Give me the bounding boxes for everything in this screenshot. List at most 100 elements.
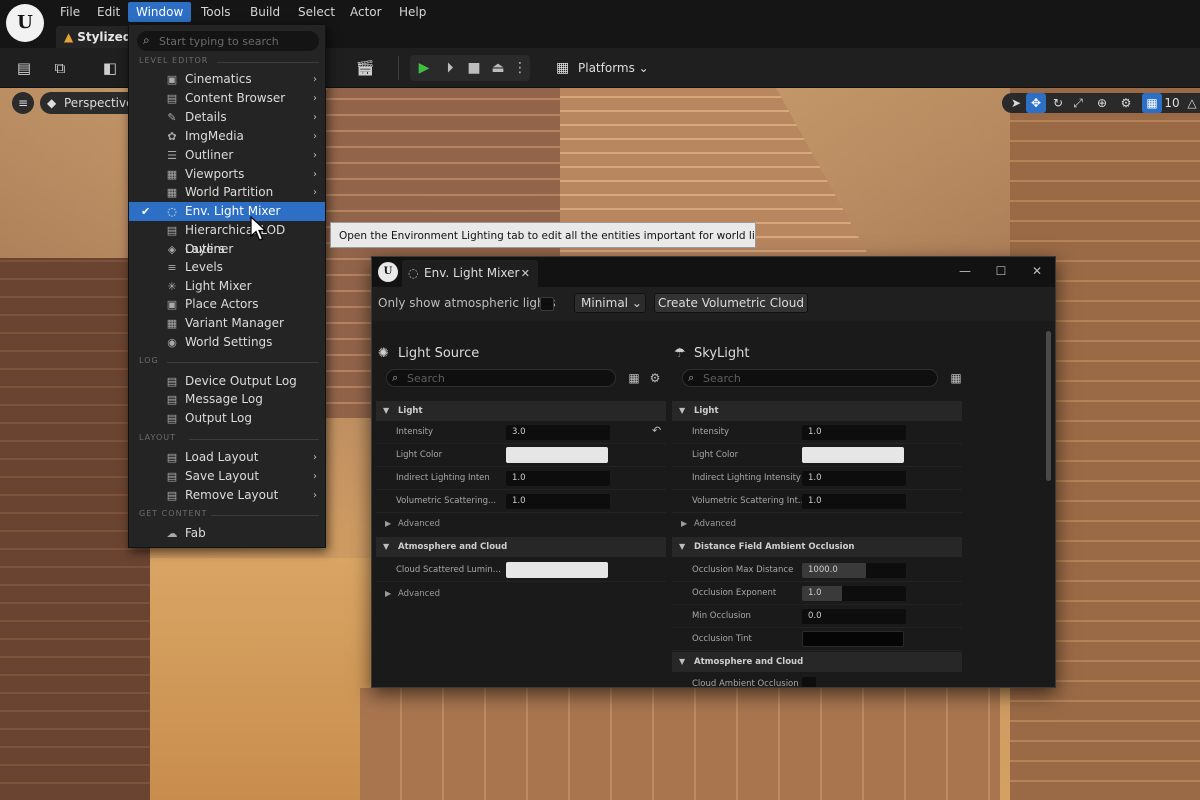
menu-item-world-partition[interactable]: ▦ World Partition › [129, 183, 325, 202]
play-icon[interactable]: ▶ [414, 58, 434, 78]
advanced-expander[interactable]: ▶ Advanced [672, 514, 962, 534]
collapse-triangle-icon: ▼ [383, 406, 390, 415]
mixer-scrollbar[interactable] [1046, 331, 1051, 481]
menu-item-message-log[interactable]: ▤ Message Log [129, 390, 325, 409]
menu-search-input[interactable] [159, 33, 309, 49]
translate-tool-icon[interactable]: ✥ [1026, 93, 1046, 113]
table-view-icon[interactable]: ▦ [948, 370, 964, 386]
mixer-title-bar[interactable]: U ◌ Env. Light Mixer ✕ — ☐ ✕ [372, 257, 1055, 287]
view-mode-dropdown[interactable]: Minimal ⌄ [574, 293, 646, 313]
menu-search-box[interactable]: ⌕ [137, 31, 319, 51]
menu-select[interactable]: Select [290, 2, 343, 22]
menu-item-world-settings[interactable]: ◉ World Settings [129, 333, 325, 352]
reset-to-default-icon[interactable]: ↶ [652, 424, 661, 437]
unreal-logo[interactable]: U [6, 4, 44, 42]
menu-item-viewports[interactable]: ▦ Viewports › [129, 165, 325, 184]
menu-item-hlod-outliner[interactable]: ▤ Hierarchical LOD Outliner [129, 221, 325, 256]
platforms-button[interactable]: ▦ Platforms ⌄ [556, 56, 649, 80]
step-icon[interactable]: ⏵ [440, 58, 460, 78]
menu-build[interactable]: Build [242, 2, 288, 22]
menu-tools[interactable]: Tools [193, 2, 239, 22]
menu-item-place-actors[interactable]: ▣ Place Actors [129, 295, 325, 314]
category-light[interactable]: ▼ Light [376, 401, 666, 421]
intensity-field[interactable]: 3.0 [506, 425, 610, 440]
min-occlusion-field[interactable]: 0.0 [802, 609, 906, 624]
menu-item-levels[interactable]: ≡ Levels [129, 258, 325, 277]
menu-item-fab[interactable]: ☁ Fab [129, 524, 325, 543]
volumetric-scattering-field[interactable]: 1.0 [802, 494, 906, 509]
close-tab-icon[interactable]: ✕ [521, 260, 530, 287]
menu-item-save-layout[interactable]: ▤ Save Layout › [129, 467, 325, 486]
light-source-search-input[interactable] [407, 371, 607, 385]
category-distance-field-ao[interactable]: ▼ Distance Field Ambient Occlusion [672, 537, 962, 557]
advanced-expander[interactable]: ▶ Advanced [376, 514, 666, 534]
select-tool-icon[interactable]: ➤ [1006, 93, 1026, 113]
menu-item-load-layout[interactable]: ▤ Load Layout › [129, 448, 325, 467]
menu-item-content-browser[interactable]: ▤ Content Browser › [129, 89, 325, 108]
surface-snap-icon[interactable]: ⚙︎ [1116, 93, 1136, 113]
menu-item-layers[interactable]: ◈ Layers [129, 240, 325, 259]
section-divider [189, 439, 319, 440]
category-light[interactable]: ▼ Light [672, 401, 962, 421]
grid-value[interactable]: 10 [1162, 93, 1182, 113]
hlod-outliner-icon: ▤ [166, 224, 178, 237]
occlusion-exponent-field[interactable]: 1.0 [802, 586, 906, 601]
settings-gear-icon[interactable]: ⚙︎ [647, 370, 663, 386]
menu-edit[interactable]: Edit [89, 2, 128, 22]
eject-icon[interactable]: ⏏ [488, 58, 508, 78]
mixer-tab[interactable]: ◌ Env. Light Mixer ✕ [402, 260, 538, 287]
stop-icon[interactable]: ■ [464, 58, 484, 78]
category-atmosphere-cloud[interactable]: ▼ Atmosphere and Cloud [672, 652, 962, 672]
menu-item-device-output-log[interactable]: ▤ Device Output Log [129, 372, 325, 391]
occlusion-max-distance-field[interactable]: 1000.0 [802, 563, 906, 578]
menu-file[interactable]: File [52, 2, 88, 22]
project-tab[interactable]: ▲ Stylized [56, 26, 136, 48]
rotate-tool-icon[interactable]: ↻ [1048, 93, 1068, 113]
menu-item-imgmedia[interactable]: ✿ ImgMedia › [129, 127, 325, 146]
cloud-ambient-occlusion-checkbox[interactable] [802, 677, 816, 687]
world-space-icon[interactable]: ⊕ [1092, 93, 1112, 113]
table-view-icon[interactable]: ▦ [626, 370, 642, 386]
skylight-search[interactable]: ⌕ [682, 369, 938, 387]
fab-icon: ☁ [166, 527, 178, 540]
menu-item-env-light-mixer[interactable]: ✔ ◌ Env. Light Mixer [129, 202, 325, 221]
cinematics-icon[interactable]: 🎬︎ [350, 58, 380, 78]
minimize-icon[interactable]: — [954, 261, 976, 281]
menu-item-remove-layout[interactable]: ▤ Remove Layout › [129, 486, 325, 505]
light-color-swatch[interactable] [802, 447, 904, 463]
more-icon[interactable]: ⋮ [510, 58, 530, 78]
menu-item-output-log[interactable]: ▤ Output Log [129, 409, 325, 428]
intensity-field[interactable]: 1.0 [802, 425, 906, 440]
log-icon: ▤ [166, 393, 178, 406]
menu-item-outliner[interactable]: ☰ Outliner › [129, 146, 325, 165]
viewport-options-button[interactable]: ≡ [12, 92, 34, 114]
cloud-scattered-color-swatch[interactable] [506, 562, 608, 578]
menu-item-cinematics[interactable]: ▣ Cinematics › [129, 70, 325, 89]
light-source-search[interactable]: ⌕ [386, 369, 616, 387]
menu-help[interactable]: Help [391, 2, 434, 22]
menu-window[interactable]: Window [128, 2, 192, 22]
grid-snap-icon[interactable]: ▦ [1142, 93, 1162, 113]
browse-icon[interactable]: ⧉ [50, 58, 70, 78]
skylight-search-input[interactable] [703, 371, 903, 385]
save-icon[interactable]: ▤ [14, 58, 34, 78]
scale-tool-icon[interactable]: ⤢ [1068, 93, 1088, 113]
light-color-swatch[interactable] [506, 447, 608, 463]
menu-actor[interactable]: Actor [342, 2, 390, 22]
close-window-icon[interactable]: ✕ [1026, 261, 1048, 281]
volumetric-scattering-field[interactable]: 1.0 [506, 494, 610, 509]
indirect-lighting-field[interactable]: 1.0 [802, 471, 906, 486]
advanced-expander[interactable]: ▶ Advanced [376, 584, 666, 604]
maximize-icon[interactable]: ☐ [990, 261, 1012, 281]
menu-item-details[interactable]: ✎ Details › [129, 108, 325, 127]
menu-item-variant-manager[interactable]: ▦ Variant Manager [129, 314, 325, 333]
occlusion-tint-swatch[interactable] [802, 631, 904, 647]
category-atmosphere-cloud[interactable]: ▼ Atmosphere and Cloud [376, 537, 666, 557]
indirect-lighting-field[interactable]: 1.0 [506, 471, 610, 486]
perspective-button[interactable]: ◆ Perspective [40, 92, 140, 114]
menu-item-light-mixer[interactable]: ✳ Light Mixer [129, 277, 325, 296]
mode-icon[interactable]: ◧ [100, 58, 120, 78]
rotation-snap-icon[interactable]: △ [1184, 93, 1200, 113]
only-atmospheric-checkbox[interactable] [540, 297, 554, 311]
create-volumetric-cloud-button[interactable]: Create Volumetric Cloud [654, 293, 808, 313]
